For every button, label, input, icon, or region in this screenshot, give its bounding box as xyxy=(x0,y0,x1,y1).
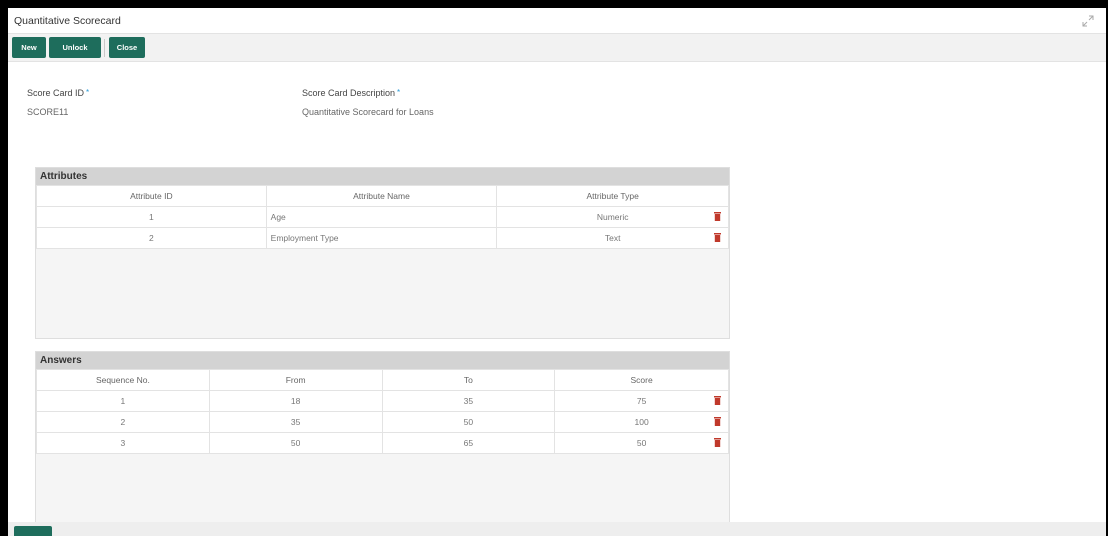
score-cell: 100 xyxy=(554,411,729,433)
column-header-attribute-id[interactable]: Attribute ID xyxy=(36,185,267,207)
footer-button[interactable] xyxy=(14,526,52,536)
window-title: Quantitative Scorecard xyxy=(14,15,121,27)
answers-section: Answers Sequence No. From To Score 1 18 … xyxy=(35,351,730,526)
attributes-grid: Attribute ID Attribute Name Attribute Ty… xyxy=(36,185,729,249)
required-marker: * xyxy=(397,88,401,97)
answers-header: Answers xyxy=(36,352,729,369)
app-window: Quantitative Scorecard New Unlock Close … xyxy=(0,0,1108,536)
to-cell: 65 xyxy=(381,432,556,454)
column-header-from[interactable]: From xyxy=(208,369,383,391)
attribute-type-value: Text xyxy=(604,233,621,243)
attributes-header: Attributes xyxy=(36,168,729,185)
attributes-header-row: Attribute ID Attribute Name Attribute Ty… xyxy=(36,185,729,207)
answers-header-row: Sequence No. From To Score xyxy=(36,369,729,391)
attribute-name-cell: Employment Type xyxy=(265,227,498,249)
close-button[interactable]: Close xyxy=(109,37,145,58)
delete-icon[interactable] xyxy=(714,438,721,447)
answers-grid: Sequence No. From To Score 1 18 35 75 2 xyxy=(36,369,729,454)
footer-bar xyxy=(8,522,1106,536)
attribute-id-cell: 2 xyxy=(36,227,267,249)
table-row[interactable]: 1 18 35 75 xyxy=(36,390,729,412)
new-button[interactable]: New xyxy=(12,37,46,58)
score-card-description-value[interactable]: Quantitative Scorecard for Loans xyxy=(302,107,434,117)
resize-icon[interactable] xyxy=(1082,15,1094,27)
window-title-bar: Quantitative Scorecard xyxy=(8,8,1106,34)
table-row[interactable]: 3 50 65 50 xyxy=(36,432,729,454)
frame-border-top xyxy=(0,0,1108,8)
form-content: Score Card ID * SCORE11 Score Card Descri… xyxy=(8,62,1106,526)
column-header-to[interactable]: To xyxy=(381,369,556,391)
delete-icon[interactable] xyxy=(714,417,721,426)
from-cell: 50 xyxy=(208,432,383,454)
score-value: 75 xyxy=(636,396,647,406)
attribute-type-value: Numeric xyxy=(596,212,629,222)
attribute-type-cell: Numeric xyxy=(496,206,729,228)
toolbar-divider xyxy=(104,39,105,57)
score-value: 100 xyxy=(634,417,649,427)
toolbar: New Unlock Close xyxy=(8,34,1106,62)
table-row[interactable]: 1 Age Numeric xyxy=(36,206,729,228)
from-cell: 18 xyxy=(208,390,383,412)
attributes-section: Attributes Attribute ID Attribute Name A… xyxy=(35,167,730,339)
sequence-cell: 3 xyxy=(36,432,210,454)
attribute-id-cell: 1 xyxy=(36,206,267,228)
score-card-description-label: Score Card Description * xyxy=(302,88,401,98)
from-cell: 35 xyxy=(208,411,383,433)
column-header-attribute-type[interactable]: Attribute Type xyxy=(496,185,729,207)
delete-icon[interactable] xyxy=(714,233,721,242)
to-cell: 50 xyxy=(381,411,556,433)
score-card-id-value[interactable]: SCORE11 xyxy=(27,107,68,117)
to-cell: 35 xyxy=(381,390,556,412)
table-row[interactable]: 2 Employment Type Text xyxy=(36,227,729,249)
delete-icon[interactable] xyxy=(714,212,721,221)
sequence-cell: 2 xyxy=(36,411,210,433)
column-header-score[interactable]: Score xyxy=(554,369,729,391)
score-card-id-label: Score Card ID * xyxy=(27,88,90,98)
score-value: 50 xyxy=(636,438,647,448)
column-header-sequence-no[interactable]: Sequence No. xyxy=(36,369,210,391)
required-marker: * xyxy=(86,88,90,97)
score-cell: 75 xyxy=(554,390,729,412)
unlock-button[interactable]: Unlock xyxy=(49,37,101,58)
table-row[interactable]: 2 35 50 100 xyxy=(36,411,729,433)
score-cell: 50 xyxy=(554,432,729,454)
column-header-attribute-name[interactable]: Attribute Name xyxy=(265,185,498,207)
sequence-cell: 1 xyxy=(36,390,210,412)
frame-border-left xyxy=(0,0,8,536)
attribute-name-cell: Age xyxy=(265,206,498,228)
delete-icon[interactable] xyxy=(714,396,721,405)
attribute-type-cell: Text xyxy=(496,227,729,249)
